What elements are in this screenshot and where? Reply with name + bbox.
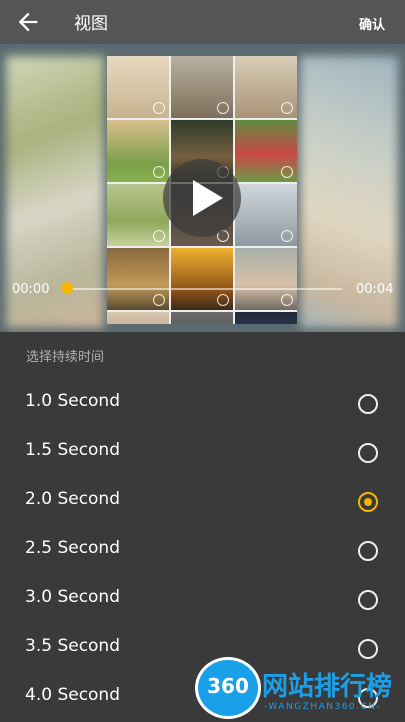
- watermark: 360 网站排行榜 -WANGZHAN360.CN-: [198, 660, 405, 720]
- photo-thumbnail: [235, 56, 297, 118]
- duration-label: 3.5 Second: [25, 636, 121, 656]
- photo-thumbnail: [107, 248, 169, 310]
- duration-option[interactable]: 2.5 Second: [0, 526, 405, 575]
- radio-button[interactable]: [358, 443, 378, 463]
- arrow-left-icon[interactable]: [14, 8, 42, 36]
- radio-button[interactable]: [358, 394, 378, 414]
- radio-button-selected[interactable]: [358, 492, 378, 512]
- radio-button[interactable]: [358, 590, 378, 610]
- duration-label: 1.5 Second: [25, 440, 121, 460]
- duration-option[interactable]: 2.0 Second: [0, 477, 405, 526]
- check-icon: [217, 102, 229, 114]
- duration-label: 1.0 Second: [25, 391, 121, 411]
- duration-option[interactable]: 1.5 Second: [0, 428, 405, 477]
- photo-thumbnail: [107, 56, 169, 118]
- check-icon: [281, 294, 293, 306]
- duration-label: 3.0 Second: [25, 587, 121, 607]
- check-icon: [153, 230, 165, 242]
- photo-thumbnail: [171, 248, 233, 310]
- watermark-logo-text: 360: [207, 674, 249, 698]
- check-icon: [281, 102, 293, 114]
- duration-label: 2.5 Second: [25, 538, 121, 558]
- photo-thumbnail: [235, 184, 297, 246]
- duration-option[interactable]: 3.0 Second: [0, 575, 405, 624]
- progress-track[interactable]: [66, 288, 342, 290]
- section-title: 选择持续时间: [26, 350, 105, 365]
- watermark-name: 网站排行榜: [262, 672, 393, 702]
- duration-label: 2.0 Second: [25, 489, 121, 509]
- check-icon: [153, 102, 165, 114]
- photo-thumbnail: [235, 120, 297, 182]
- photo-thumbnail: [107, 120, 169, 182]
- video-preview[interactable]: 00:00 00:04: [0, 44, 405, 332]
- check-icon: [281, 230, 293, 242]
- duration-label: 4.0 Second: [25, 685, 121, 705]
- total-time: 00:04: [356, 282, 394, 297]
- play-button[interactable]: [163, 159, 241, 237]
- radio-button[interactable]: [358, 639, 378, 659]
- photo-thumbnail: [107, 184, 169, 246]
- page-title: 视图: [74, 14, 108, 34]
- check-icon: [153, 294, 165, 306]
- watermark-url: -WANGZHAN360.CN-: [264, 702, 382, 712]
- watermark-logo: 360: [198, 660, 258, 716]
- duration-option[interactable]: 1.0 Second: [0, 379, 405, 428]
- photo-thumbnail: [235, 312, 297, 324]
- photo-thumbnail: [171, 312, 233, 324]
- photo-thumbnail: [235, 248, 297, 310]
- check-icon: [153, 166, 165, 178]
- photo-thumbnail: [107, 312, 169, 324]
- progress-handle[interactable]: [61, 282, 73, 294]
- check-icon: [281, 166, 293, 178]
- radio-button[interactable]: [358, 541, 378, 561]
- current-time: 00:00: [12, 282, 50, 297]
- photo-thumbnail: [171, 56, 233, 118]
- confirm-button[interactable]: 确认: [359, 14, 385, 33]
- check-icon: [217, 294, 229, 306]
- app-bar: 视图 确认: [0, 0, 405, 44]
